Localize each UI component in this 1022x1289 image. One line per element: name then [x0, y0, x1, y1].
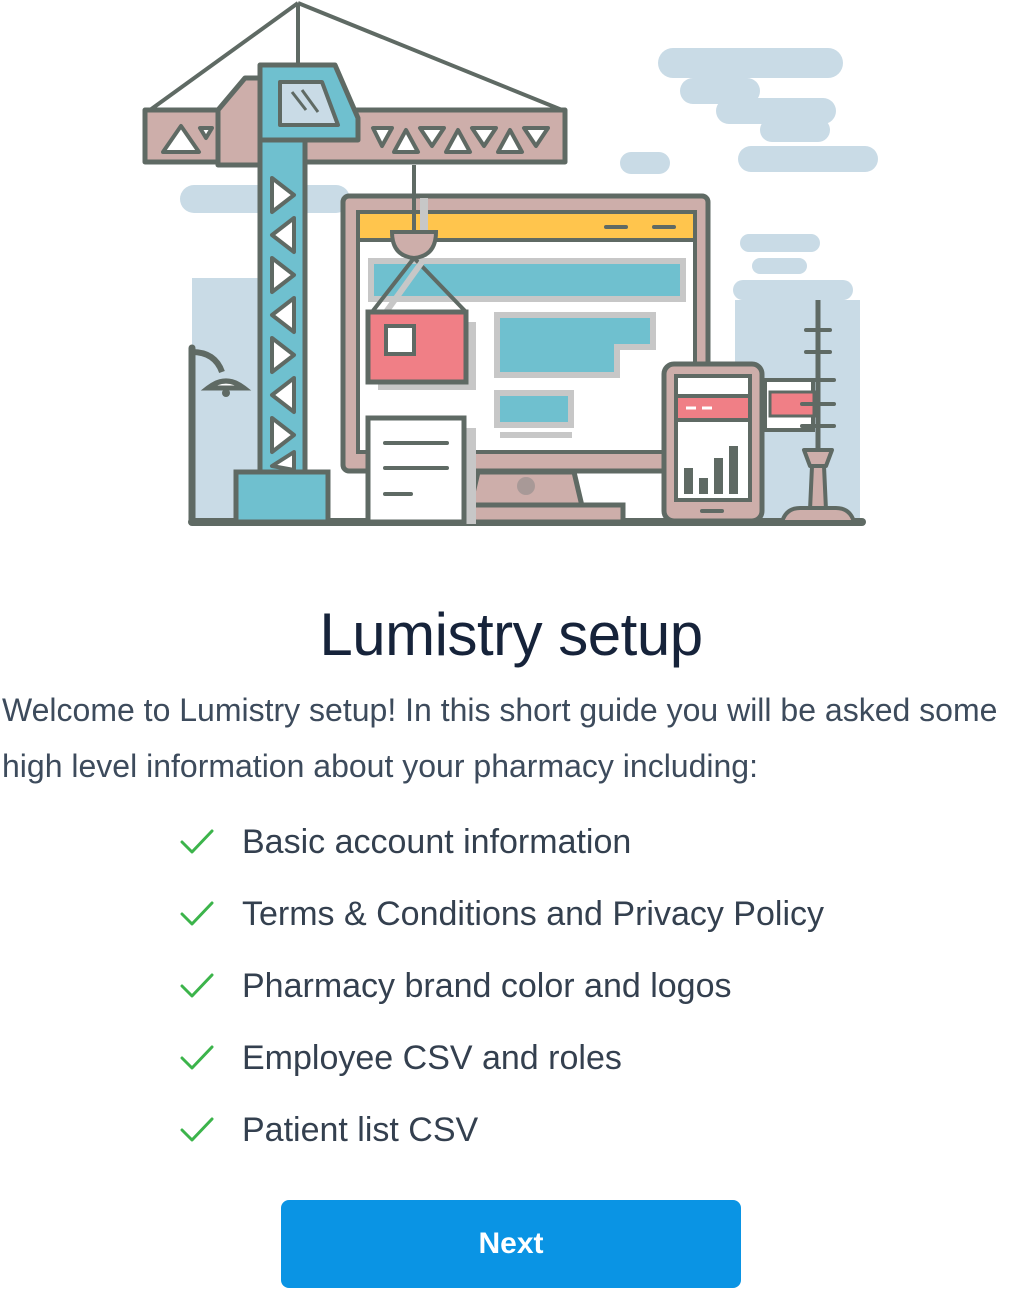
checkmark-icon — [180, 973, 214, 998]
checklist-item-label: Terms & Conditions and Privacy Policy — [242, 894, 825, 933]
checklist-item-label: Pharmacy brand color and logos — [242, 966, 732, 1005]
checklist-item-account-info: Basic account information — [180, 806, 824, 878]
checklist-item-label: Basic account information — [242, 822, 632, 861]
checkmark-icon — [180, 901, 214, 926]
checkmark-icon — [180, 1045, 214, 1070]
checkmark-icon — [180, 1117, 214, 1142]
checklist-item-brand: Pharmacy brand color and logos — [180, 950, 824, 1022]
checklist-item-employees: Employee CSV and roles — [180, 1022, 824, 1094]
checklist-item-label: Patient list CSV — [242, 1110, 479, 1149]
next-button[interactable]: Next — [281, 1200, 741, 1288]
checklist-item-patients: Patient list CSV — [180, 1094, 824, 1166]
checklist-item-terms: Terms & Conditions and Privacy Policy — [180, 878, 824, 950]
intro-text: Welcome to Lumistry setup! In this short… — [2, 692, 998, 784]
checklist-item-label: Employee CSV and roles — [242, 1038, 622, 1077]
construction-crane-computer-icon — [142, 1, 878, 526]
setup-checklist: Basic account information Terms & Condit… — [180, 806, 824, 1166]
page-title: Lumistry setup — [319, 601, 703, 669]
checkmark-icon — [180, 829, 214, 854]
construction-illustration — [140, 0, 880, 540]
